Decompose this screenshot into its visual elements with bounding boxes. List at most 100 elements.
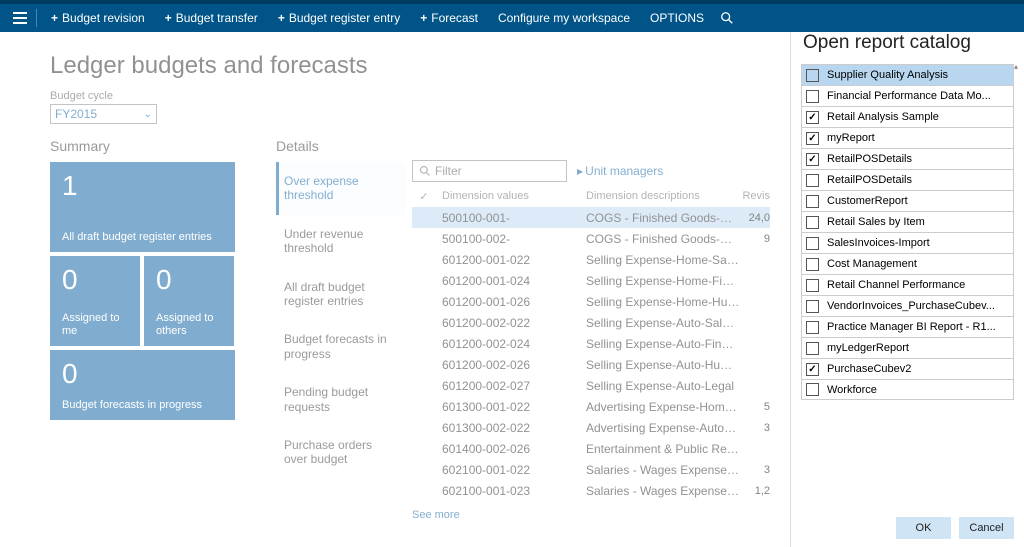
report-label: Retail Sales by Item (827, 216, 925, 228)
report-item[interactable]: Supplier Quality Analysis (801, 64, 1014, 85)
table-row[interactable]: 500100-002-COGS - Finished Goods-Auto-9 (412, 228, 770, 249)
report-item[interactable]: myLedgerReport (801, 337, 1014, 358)
tab-under-revenue[interactable]: Under revenue threshold (276, 215, 406, 268)
cancel-button[interactable]: Cancel (959, 517, 1014, 539)
tab-forecasts[interactable]: Budget forecasts in progress (276, 320, 406, 373)
report-label: Retail Analysis Sample (827, 111, 939, 123)
tab-po-over[interactable]: Purchase orders over budget (276, 426, 406, 479)
report-item[interactable]: CustomerReport (801, 190, 1014, 211)
cell-dim: 601200-001-026 (436, 295, 586, 309)
tile-forecasts[interactable]: 0 Budget forecasts in progress (50, 350, 235, 420)
table-row[interactable]: 601200-002-026Selling Expense-Auto-Human… (412, 354, 770, 375)
report-item[interactable]: RetailPOSDetails (801, 169, 1014, 190)
report-label: VendorInvoices_PurchaseCubev... (827, 300, 995, 312)
checkbox[interactable] (806, 69, 819, 82)
checkbox[interactable] (806, 258, 819, 271)
tile-number: 0 (62, 360, 223, 388)
cell-dim: 601200-001-024 (436, 274, 586, 288)
checkbox[interactable] (806, 363, 819, 376)
report-item[interactable]: Practice Manager BI Report - R1... (801, 316, 1014, 337)
cell-dim: 500100-002- (436, 232, 586, 246)
table-row[interactable]: 601200-001-024Selling Expense-Home-Finan… (412, 270, 770, 291)
see-more-link[interactable]: See more (412, 509, 770, 521)
check-icon[interactable]: ✓ (412, 190, 436, 203)
tab-all-draft[interactable]: All draft budget register entries (276, 268, 406, 321)
cell-desc: Advertising Expense-Home-Sal... (586, 400, 740, 414)
table-row[interactable]: 601200-002-022Selling Expense-Auto-Sales… (412, 312, 770, 333)
report-item[interactable]: Financial Performance Data Mo... (801, 85, 1014, 106)
tile-assigned-others[interactable]: 0 Assigned to others (144, 256, 234, 346)
filter-placeholder: Filter (435, 164, 462, 178)
checkbox[interactable] (806, 195, 819, 208)
col-dimension-values[interactable]: Dimension values (436, 190, 586, 203)
table-row[interactable]: 601300-001-022Advertising Expense-Home-S… (412, 396, 770, 417)
report-item[interactable]: Retail Sales by Item (801, 211, 1014, 232)
cell-dim: 500100-001- (436, 211, 586, 225)
report-item[interactable]: Retail Analysis Sample (801, 106, 1014, 127)
checkbox[interactable] (806, 90, 819, 103)
report-label: myLedgerReport (827, 342, 909, 354)
checkbox[interactable] (806, 237, 819, 250)
cell-rev: 3 (740, 464, 770, 476)
tile-assigned-me[interactable]: 0 Assigned to me (50, 256, 140, 346)
checkbox[interactable] (806, 342, 819, 355)
ok-button[interactable]: OK (896, 517, 951, 539)
checkbox[interactable] (806, 300, 819, 313)
table-row[interactable]: 601200-002-027Selling Expense-Auto-Legal (412, 375, 770, 396)
table-row[interactable]: 602100-001-022Salaries - Wages Expense-H… (412, 459, 770, 480)
report-label: SalesInvoices-Import (827, 237, 930, 249)
table-row[interactable]: 601300-002-022Advertising Expense-Auto-S… (412, 417, 770, 438)
report-item[interactable]: Workforce (801, 379, 1014, 400)
budget-transfer-button[interactable]: +Budget transfer (155, 11, 268, 25)
chevron-down-icon: ⌄ (144, 109, 152, 120)
budget-register-entry-button[interactable]: +Budget register entry (268, 11, 410, 25)
checkbox[interactable] (806, 174, 819, 187)
cell-dim: 601300-001-022 (436, 400, 586, 414)
col-revised[interactable]: Revis (740, 190, 770, 203)
tile-draft-entries[interactable]: 1 All draft budget register entries (50, 162, 235, 252)
table-row[interactable]: 602100-001-023Salaries - Wages Expense-H… (412, 480, 770, 501)
checkbox[interactable] (806, 279, 819, 292)
cell-desc: Selling Expense-Auto-Legal (586, 379, 740, 393)
tab-pending[interactable]: Pending budget requests (276, 373, 406, 426)
budget-cycle-select[interactable]: FY2015 ⌄ (50, 104, 157, 124)
report-item[interactable]: myReport (801, 127, 1014, 148)
cell-desc: Advertising Expense-Auto-Sales... (586, 421, 740, 435)
budget-cycle-label: Budget cycle (50, 90, 770, 102)
search-icon[interactable] (720, 11, 734, 25)
options-button[interactable]: OPTIONS (640, 11, 714, 25)
checkbox[interactable] (806, 153, 819, 166)
checkbox[interactable] (806, 321, 819, 334)
label: Budget transfer (176, 11, 258, 25)
report-item[interactable]: SalesInvoices-Import (801, 232, 1014, 253)
tile-label: Budget forecasts in progress (62, 399, 223, 412)
table-row[interactable]: 601200-001-026Selling Expense-Home-Human… (412, 291, 770, 312)
unit-managers-link[interactable]: ▶ Unit managers (577, 164, 663, 178)
report-item[interactable]: RetailPOSDetails (801, 148, 1014, 169)
checkbox[interactable] (806, 216, 819, 229)
cell-dim: 601200-002-027 (436, 379, 586, 393)
checkbox[interactable] (806, 111, 819, 124)
table-row[interactable]: 500100-001-COGS - Finished Goods-Home-24… (412, 207, 770, 228)
grid-filter-input[interactable]: Filter (412, 160, 567, 182)
label: OPTIONS (650, 11, 704, 25)
report-item[interactable]: Cost Management (801, 253, 1014, 274)
action-bar: +Budget revision +Budget transfer +Budge… (0, 4, 1024, 32)
scrollbar[interactable]: ▴ (1014, 62, 1024, 505)
menu-icon[interactable] (8, 6, 32, 30)
tab-over-expense[interactable]: Over expense threshold (276, 162, 406, 215)
search-icon (419, 165, 431, 177)
report-item[interactable]: VendorInvoices_PurchaseCubev... (801, 295, 1014, 316)
forecast-button[interactable]: +Forecast (410, 11, 488, 25)
budget-revision-button[interactable]: +Budget revision (41, 11, 155, 25)
checkbox[interactable] (806, 132, 819, 145)
report-item[interactable]: Retail Channel Performance (801, 274, 1014, 295)
report-item[interactable]: PurchaseCubev2 (801, 358, 1014, 379)
checkbox[interactable] (806, 383, 819, 396)
configure-workspace-button[interactable]: Configure my workspace (488, 11, 640, 25)
col-dimension-descriptions[interactable]: Dimension descriptions (586, 190, 740, 203)
table-row[interactable]: 601400-002-026Entertainment & Public Rel… (412, 438, 770, 459)
table-row[interactable]: 601200-002-024Selling Expense-Auto-Finan… (412, 333, 770, 354)
grid-header: ✓ Dimension values Dimension description… (412, 186, 770, 207)
table-row[interactable]: 601200-001-022Selling Expense-Home-Sales… (412, 249, 770, 270)
